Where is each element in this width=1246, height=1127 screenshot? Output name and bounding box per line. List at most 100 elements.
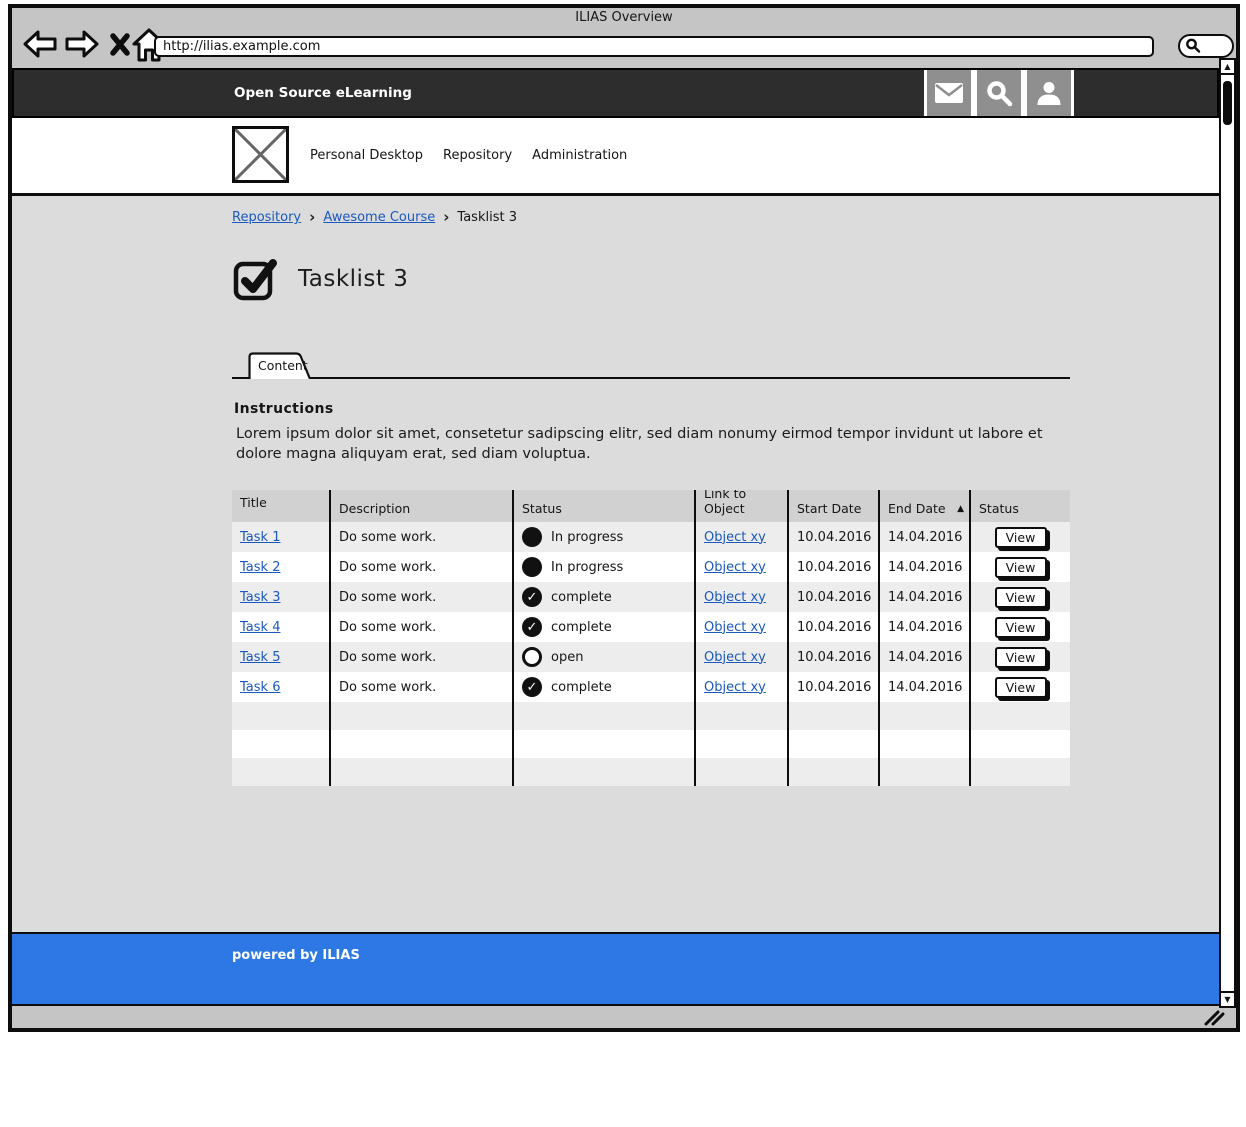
- resize-grip-icon[interactable]: [1202, 1009, 1226, 1027]
- browser-search[interactable]: [1178, 34, 1234, 58]
- start-date: 10.04.2016: [797, 590, 871, 605]
- chevron-right-icon: ›: [443, 210, 449, 225]
- table-row: Task 4 Do some work. complete Object xy …: [232, 612, 1070, 642]
- nav-administration[interactable]: Administration: [532, 148, 627, 163]
- object-link[interactable]: Object xy: [704, 590, 766, 605]
- object-link[interactable]: Object xy: [704, 560, 766, 575]
- col-status[interactable]: Status: [512, 490, 694, 522]
- main-navbar: Personal Desktop Repository Administrati…: [12, 118, 1219, 196]
- tab-content[interactable]: Content: [248, 352, 318, 379]
- task-link[interactable]: Task 4: [240, 620, 280, 635]
- breadcrumb-current: Tasklist 3: [457, 210, 517, 225]
- image-placeholder-icon: [235, 129, 286, 180]
- view-button[interactable]: View: [995, 557, 1047, 578]
- table-header-row: Title Description Status Link to Object …: [232, 490, 1070, 522]
- scroll-down-button[interactable]: ▼: [1221, 991, 1234, 1006]
- start-date: 10.04.2016: [797, 650, 871, 665]
- start-date: 10.04.2016: [797, 530, 871, 545]
- window-titlebar: ILIAS Overview: [12, 8, 1236, 28]
- task-description: Do some work.: [339, 650, 436, 665]
- task-link[interactable]: Task 6: [240, 680, 280, 695]
- search-icon: [985, 79, 1013, 107]
- app-brand: Open Source eLearning: [234, 70, 412, 116]
- col-action-status[interactable]: Status: [969, 490, 1070, 522]
- footer-text: powered by ILIAS: [232, 948, 360, 963]
- magnifier-icon: [1184, 36, 1204, 56]
- status-icon: [522, 557, 542, 577]
- task-link[interactable]: Task 2: [240, 560, 280, 575]
- task-link[interactable]: Task 1: [240, 530, 280, 545]
- stop-button[interactable]: [108, 30, 132, 62]
- mail-button[interactable]: [924, 70, 974, 116]
- forward-button[interactable]: [64, 28, 100, 64]
- sort-asc-icon[interactable]: ▲: [957, 502, 969, 516]
- window-title: ILIAS Overview: [575, 10, 672, 25]
- status-label: open: [551, 650, 583, 665]
- tasklist-checkbox-icon: [232, 256, 278, 302]
- task-description: Do some work.: [339, 590, 436, 605]
- instructions-heading: Instructions: [234, 401, 334, 417]
- task-link[interactable]: Task 3: [240, 590, 280, 605]
- header-actions: [924, 70, 1074, 116]
- table-row: Task 5 Do some work. open Object xy 10.0…: [232, 642, 1070, 672]
- end-date: 14.04.2016: [888, 560, 962, 575]
- task-description: Do some work.: [339, 560, 436, 575]
- end-date: 14.04.2016: [888, 680, 962, 695]
- tab-label: Content: [258, 358, 308, 373]
- col-start-date[interactable]: Start Date: [787, 490, 878, 522]
- chevron-right-icon: ›: [309, 210, 315, 225]
- status-label: In progress: [551, 560, 623, 575]
- col-link-to-object[interactable]: Link to Object: [694, 490, 787, 522]
- object-link[interactable]: Object xy: [704, 680, 766, 695]
- object-link[interactable]: Object xy: [704, 650, 766, 665]
- nav-personal-desktop[interactable]: Personal Desktop: [310, 148, 423, 163]
- breadcrumb-repository[interactable]: Repository: [232, 210, 301, 225]
- status-label: complete: [551, 620, 612, 635]
- user-icon: [1035, 79, 1063, 107]
- scrollbar-thumb[interactable]: [1223, 81, 1232, 125]
- col-title[interactable]: Title: [232, 490, 329, 522]
- app-header: Open Source eLearning: [12, 68, 1219, 118]
- browser-window: ILIAS Overview Open Source eLearning: [8, 4, 1240, 1032]
- status-icon: [522, 587, 542, 607]
- end-date: 14.04.2016: [888, 620, 962, 635]
- main-content: Repository › Awesome Course › Tasklist 3…: [12, 196, 1219, 932]
- table-row: Task 6 Do some work. complete Object xy …: [232, 672, 1070, 702]
- search-button[interactable]: [974, 70, 1024, 116]
- view-button[interactable]: View: [995, 527, 1047, 548]
- page-title: Tasklist 3: [298, 266, 408, 292]
- view-button[interactable]: View: [995, 587, 1047, 608]
- status-icon: [522, 527, 542, 547]
- status-label: In progress: [551, 530, 623, 545]
- object-link[interactable]: Object xy: [704, 620, 766, 635]
- empty-table-row: [232, 758, 1070, 786]
- scroll-up-button[interactable]: ▲: [1221, 60, 1234, 75]
- end-date: 14.04.2016: [888, 530, 962, 545]
- user-button[interactable]: [1024, 70, 1074, 116]
- breadcrumb-awesome-course[interactable]: Awesome Course: [323, 210, 435, 225]
- url-input[interactable]: [154, 36, 1154, 57]
- col-end-date[interactable]: End Date▲: [878, 490, 969, 522]
- back-button[interactable]: [22, 28, 58, 64]
- col-description[interactable]: Description: [329, 490, 512, 522]
- start-date: 10.04.2016: [797, 680, 871, 695]
- status-label: complete: [551, 590, 612, 605]
- view-button[interactable]: View: [995, 647, 1047, 668]
- task-link[interactable]: Task 5: [240, 650, 280, 665]
- view-button[interactable]: View: [995, 617, 1047, 638]
- back-arrow-icon: [22, 28, 58, 60]
- table-row: Task 3 Do some work. complete Object xy …: [232, 582, 1070, 612]
- start-date: 10.04.2016: [797, 620, 871, 635]
- view-button[interactable]: View: [995, 677, 1047, 698]
- browser-toolbar: [12, 28, 1236, 64]
- end-date: 14.04.2016: [888, 590, 962, 605]
- breadcrumb: Repository › Awesome Course › Tasklist 3: [232, 210, 517, 225]
- object-link[interactable]: Object xy: [704, 530, 766, 545]
- status-icon: [522, 617, 542, 637]
- nav-repository[interactable]: Repository: [443, 148, 512, 163]
- task-description: Do some work.: [339, 530, 436, 545]
- status-icon: [522, 647, 542, 667]
- scrollbar[interactable]: ▲ ▼: [1219, 58, 1236, 1008]
- start-date: 10.04.2016: [797, 560, 871, 575]
- empty-table-row: [232, 702, 1070, 730]
